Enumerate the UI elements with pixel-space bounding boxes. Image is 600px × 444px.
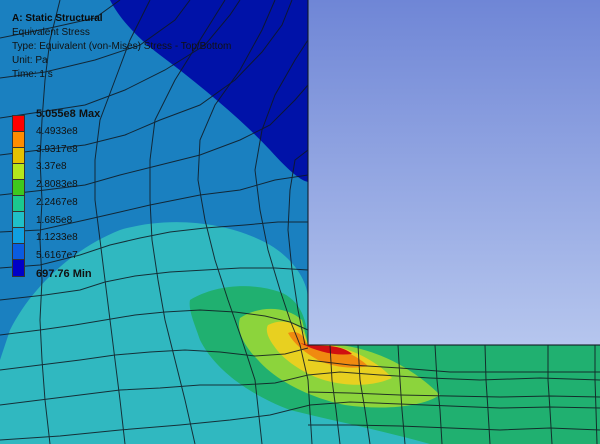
legend-swatch bbox=[12, 259, 25, 277]
result-unit: Unit: Pa bbox=[12, 55, 48, 66]
result-type: Type: Equivalent (von-Mises) Stress - To… bbox=[12, 41, 232, 52]
cutout-region bbox=[308, 0, 600, 345]
legend-level-label: 3.37e8 bbox=[36, 161, 67, 173]
result-viewport[interactable]: A: Static Structural Equivalent Stress T… bbox=[0, 0, 600, 444]
legend-level-label: 2.8083e8 bbox=[36, 179, 78, 191]
legend-level-label: 1.1233e8 bbox=[36, 232, 78, 244]
legend-max-label: 5.055e8 Max bbox=[36, 108, 101, 120]
analysis-title: A: Static Structural bbox=[12, 13, 103, 24]
legend-level-label: 3.9317e8 bbox=[36, 143, 78, 155]
legend-min-label: 697.76 Min bbox=[36, 268, 92, 280]
legend-level-label: 2.2467e8 bbox=[36, 196, 78, 208]
result-header: A: Static Structural Equivalent Stress T… bbox=[12, 12, 231, 82]
legend-level-label: 4.4933e8 bbox=[36, 125, 78, 137]
result-time: Time: 1 s bbox=[12, 69, 53, 80]
legend-level-label: 5.6167e7 bbox=[36, 250, 78, 262]
result-name: Equivalent Stress bbox=[12, 27, 90, 38]
color-legend[interactable]: 5.055e8 Max 4.4933e8 3.9317e8 3.37e8 2.8083e… bbox=[12, 108, 122, 280]
legend-level-label: 1.685e8 bbox=[36, 214, 73, 226]
